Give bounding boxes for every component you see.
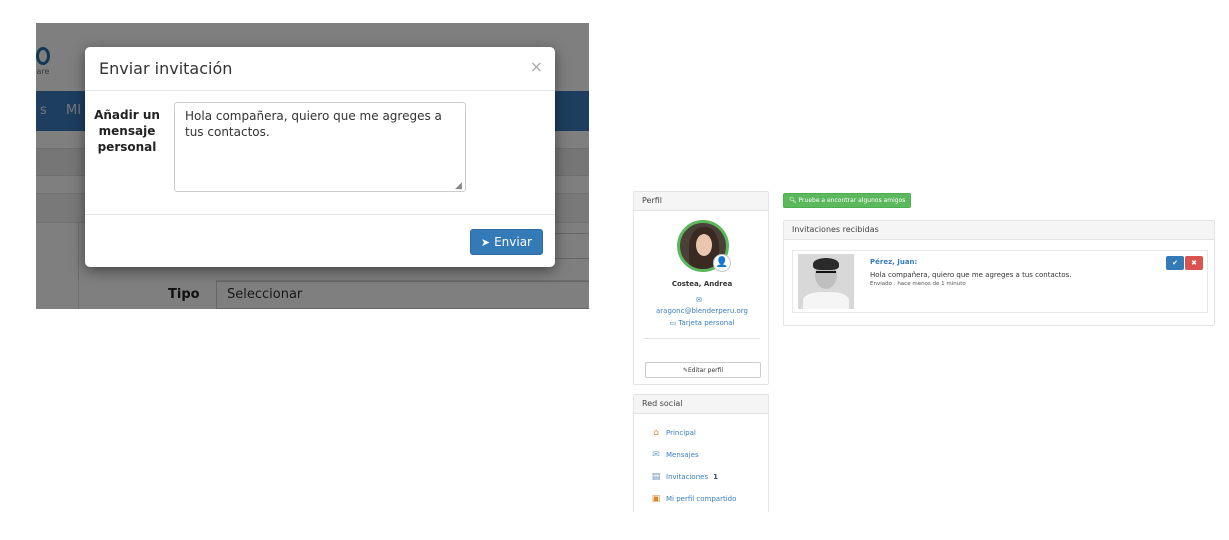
- envelope-icon: ✉: [696, 296, 702, 304]
- sender-photo[interactable]: [798, 254, 854, 309]
- close-icon[interactable]: ×: [530, 57, 543, 76]
- close-icon: ✖: [1191, 259, 1197, 267]
- invitations-count-badge: 1: [713, 473, 718, 481]
- photo-shirt: [803, 292, 849, 309]
- find-friends-label: Pruebe a encontrar algunos amigos: [798, 197, 906, 204]
- social-network-panel: Red social ⌂ Principal ✉ Mensajes ▤ Invi…: [633, 394, 769, 512]
- paper-plane-icon: ➤: [480, 236, 491, 249]
- business-card-link[interactable]: ▭ Tarjeta personal: [634, 319, 770, 327]
- modal-footer: ➤ Enviar: [85, 215, 555, 267]
- invitation-icon: ▤: [651, 472, 661, 482]
- profile-email-link[interactable]: aragonc@blenderperu.org: [634, 307, 770, 315]
- edit-profile-label: Editar perfil: [687, 366, 724, 374]
- message-textarea[interactable]: Hola compañera, quiero que me agreges a …: [174, 102, 466, 192]
- invitation-item: Pérez, Juan: Hola compañera, quiero que …: [792, 250, 1208, 313]
- avatar-face: [696, 234, 712, 256]
- envelope-icon: ✉: [652, 450, 660, 460]
- divider: [644, 338, 760, 339]
- sidebar-item-invitaciones[interactable]: ▤ Invitaciones 1: [650, 470, 718, 484]
- find-friends-button[interactable]: 🔍︎ Pruebe a encontrar algunos amigos: [783, 193, 912, 208]
- resize-handle-icon[interactable]: ◢: [455, 181, 462, 191]
- sidebar-item-principal[interactable]: ⌂ Principal: [650, 426, 696, 440]
- search-icon: 🔍︎: [789, 197, 797, 204]
- profile-heading: Perfil: [634, 192, 768, 211]
- sidebar-item-label: Mensajes: [666, 451, 699, 459]
- glasses-icon: [816, 271, 836, 276]
- profile-name: Costea, Andrea: [671, 280, 733, 288]
- send-button-label: Enviar: [494, 235, 532, 249]
- sender-name-link[interactable]: Pérez, Juan:: [870, 258, 917, 266]
- home-icon: ⌂: [653, 428, 659, 438]
- photo-hair: [813, 258, 839, 270]
- invite-modal-screenshot: ware s MI Tipo Seleccionar Enviar invita…: [36, 23, 589, 309]
- sidebar-item-label: Mi perfil compartido: [666, 495, 737, 503]
- sidebar-item-label: Principal: [666, 429, 696, 437]
- send-button[interactable]: ➤ Enviar: [469, 229, 543, 255]
- check-icon: ✔: [1172, 259, 1178, 267]
- shared-profile-icon: ▣: [651, 494, 661, 504]
- reject-invitation-button[interactable]: ✖: [1185, 256, 1203, 270]
- accept-invitation-button[interactable]: ✔: [1166, 256, 1184, 270]
- user-badge-icon: 👤: [713, 254, 731, 272]
- sidebar-item-shared-profile[interactable]: ▣ Mi perfil compartido: [650, 492, 737, 506]
- avatar[interactable]: 👤: [677, 220, 731, 272]
- sidebar-item-label: Invitaciones: [666, 473, 709, 481]
- invitation-message: Hola compañera, quiero que me agreges a …: [870, 271, 1072, 279]
- modal-header: Enviar invitación ×: [85, 47, 555, 91]
- social-network-screenshot: Perfil 👤 Costea, Andrea ✉ aragonc@blende…: [630, 190, 1220, 512]
- invitation-sent-time: Enviado : hace menos de 1 minuto: [870, 281, 966, 287]
- received-invitations-panel: Invitaciones recibidas Pérez, Juan: Hola…: [783, 220, 1215, 326]
- social-heading: Red social: [634, 395, 768, 414]
- sidebar-item-mensajes[interactable]: ✉ Mensajes: [650, 448, 699, 462]
- modal-title: Enviar invitación: [99, 59, 233, 78]
- invite-modal: Enviar invitación × Añadir un mensaje pe…: [85, 47, 555, 267]
- profile-panel: Perfil 👤 Costea, Andrea ✉ aragonc@blende…: [633, 191, 769, 385]
- message-label: Añadir un mensaje personal: [94, 108, 160, 154]
- modal-body: Añadir un mensaje personal Hola compañer…: [85, 91, 555, 215]
- edit-profile-button[interactable]: ✎Editar perfil: [645, 362, 761, 378]
- invitations-heading: Invitaciones recibidas: [784, 221, 1214, 240]
- business-card-label: Tarjeta personal: [678, 319, 735, 327]
